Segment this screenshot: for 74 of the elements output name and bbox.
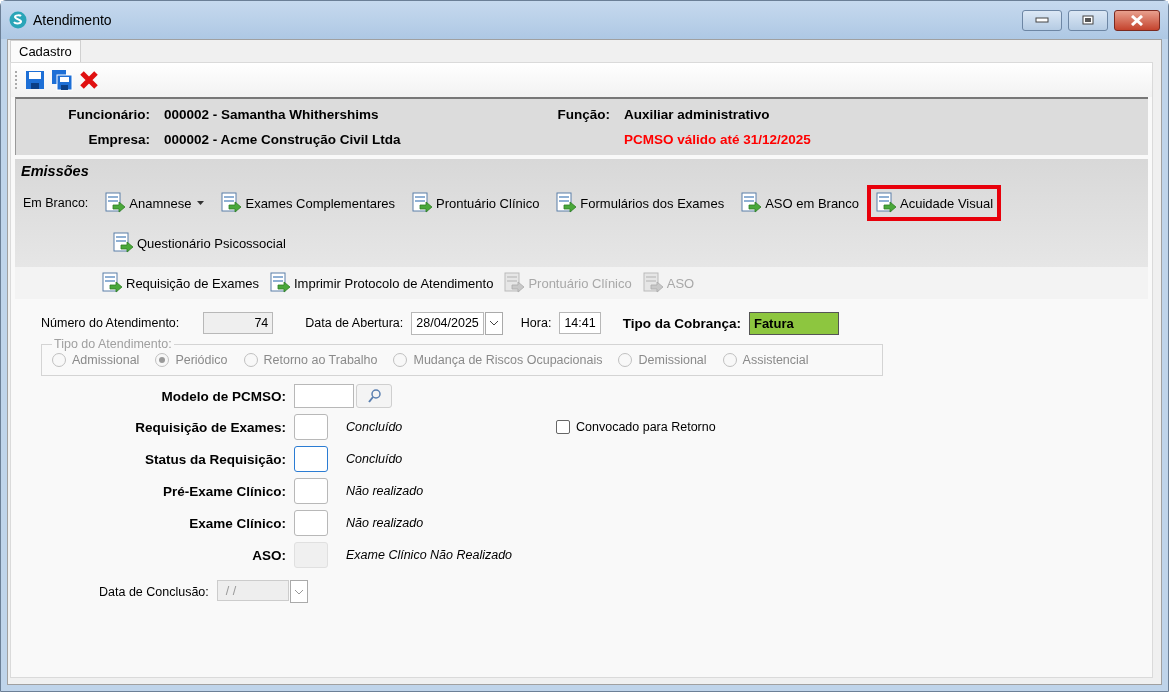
print-button[interactable]: Questionário Psicossocial <box>104 225 294 261</box>
status-text: Exame Clínico Não Realizado <box>346 548 514 562</box>
search-icon <box>367 389 381 403</box>
print-button[interactable]: Formulários dos Exames <box>547 185 733 221</box>
status-box[interactable] <box>294 414 328 440</box>
document-arrow-icon <box>268 272 291 294</box>
field-label: Número do Atendimento: <box>41 316 180 330</box>
attendance-type-group: Tipo do Atendimento: Admissional Periódico Retorno ao Trabalho Mudança de Riscos Ocupacionais Demissional Assistencial <box>41 337 883 376</box>
print-button[interactable]: Exames Complementares <box>212 185 404 221</box>
field-value: 000002 - Acme Construção Civil Ltda <box>164 132 402 147</box>
chevron-down-icon <box>488 320 499 326</box>
search-button[interactable] <box>356 384 392 408</box>
status-box[interactable] <box>294 478 328 504</box>
field-label: Requisição de Exames: <box>134 419 287 435</box>
document-arrow-icon <box>740 192 763 214</box>
field-label: Tipo da Cobrança: <box>622 315 741 331</box>
tab[interactable]: Cadastro <box>10 40 81 62</box>
time-field[interactable]: 14:41 <box>559 312 601 334</box>
close-button[interactable] <box>1114 9 1160 31</box>
save-copy-icon[interactable] <box>51 69 73 91</box>
print-button[interactable]: Anamnese <box>96 185 213 221</box>
model-field[interactable] <box>294 384 354 408</box>
row-label: Em Branco: <box>23 196 89 210</box>
chevron-down-icon <box>293 588 304 595</box>
print-button[interactable]: Prontuário Clínico <box>403 185 548 221</box>
field-label: Hora: <box>520 316 552 330</box>
status-box[interactable] <box>294 446 328 472</box>
field-label: Função: <box>556 107 611 122</box>
maximize-button[interactable] <box>1068 9 1108 31</box>
field-label: Data de Conclusão: <box>99 584 209 599</box>
minimize-button[interactable] <box>1022 9 1062 31</box>
document-arrow-icon <box>503 272 526 294</box>
date-field[interactable]: 28/04/2025 <box>411 311 484 335</box>
validity-notice: PCMSO válido até 31/12/2025 <box>624 132 812 147</box>
app-logo-icon <box>9 11 27 29</box>
field-label: ASO: <box>251 547 287 563</box>
document-arrow-icon <box>112 232 134 254</box>
field-label: Pré-Exame Clínico: <box>161 483 287 499</box>
field-value: 000002 - Samantha Whithershims <box>164 107 380 122</box>
number-field[interactable]: 74 <box>203 312 274 334</box>
document-arrow-icon <box>104 192 127 214</box>
print-button[interactable]: Requisição de Exames <box>101 272 259 294</box>
status-text: Concluído <box>346 452 404 466</box>
minimize-icon <box>1035 17 1049 23</box>
close-icon <box>1130 14 1144 26</box>
document-arrow-icon <box>555 192 578 214</box>
print-button[interactable]: ASO em Branco <box>732 185 868 221</box>
status-text: Não realizado <box>346 484 425 498</box>
field-label: Exame Clínico: <box>188 515 287 531</box>
status-text: Concluído <box>346 420 404 434</box>
field-label: Modelo de PCMSO: <box>160 388 287 404</box>
section-title: Emissões <box>20 163 90 181</box>
billing-field[interactable]: Fatura <box>748 311 839 335</box>
field-label: Funcionário: <box>67 107 151 122</box>
field-label: Data de Abertura: <box>305 316 404 330</box>
document-arrow-icon <box>101 272 123 294</box>
field-label: Empresa: <box>87 132 151 147</box>
document-arrow-icon <box>220 192 243 214</box>
field-label: Status da Requisição: <box>143 451 287 467</box>
document-arrow-icon <box>411 192 434 214</box>
status-text: Não realizado <box>346 516 425 530</box>
document-arrow-icon <box>875 192 898 214</box>
print-button[interactable]: Acuidade Visual <box>867 185 1002 221</box>
dropdown-button[interactable] <box>289 580 308 603</box>
window-title: Atendimento <box>33 12 113 28</box>
save-icon[interactable] <box>25 70 45 90</box>
dropdown-button[interactable] <box>484 311 503 335</box>
document-arrow-icon <box>641 272 664 294</box>
field-value: Auxiliar administrativo <box>624 107 771 122</box>
status-box[interactable] <box>294 510 328 536</box>
delete-icon[interactable] <box>79 70 99 90</box>
recall-checkbox[interactable]: Convocado para Retorno <box>556 420 1152 434</box>
maximize-icon <box>1082 15 1094 25</box>
print-button[interactable]: Imprimir Protocolo de Atendimento <box>268 272 494 294</box>
